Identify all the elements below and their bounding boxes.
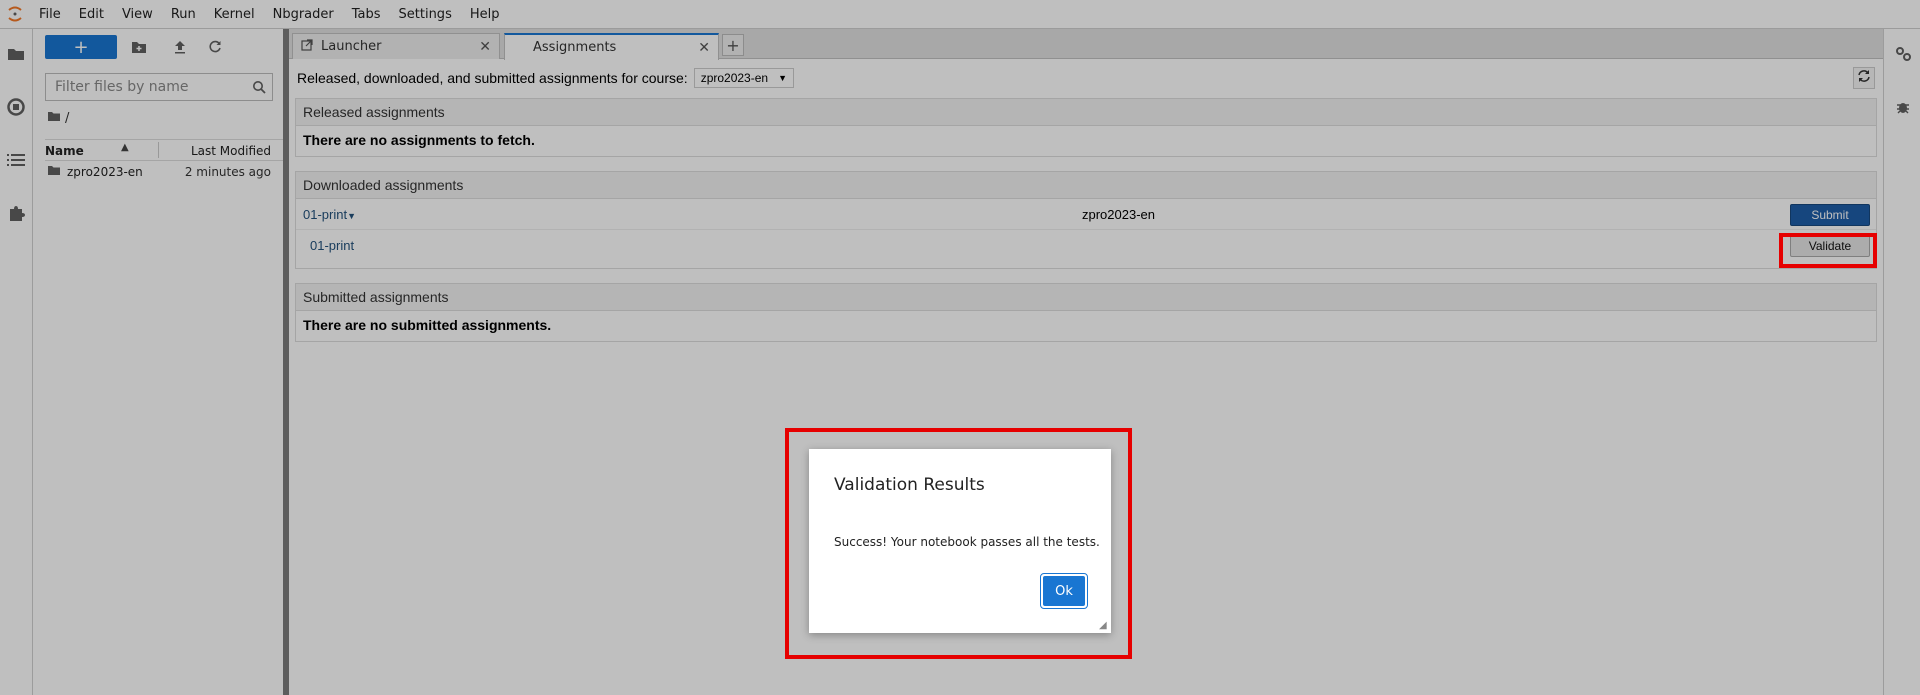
resize-handle-icon[interactable]: ◢ [1099, 621, 1109, 631]
validation-results-dialog: Validation Results Success! Your noteboo… [809, 449, 1111, 633]
validate-highlight-box [1779, 233, 1877, 268]
dialog-title: Validation Results [834, 475, 985, 495]
dialog-message: Success! Your notebook passes all the te… [834, 535, 1100, 549]
ok-button[interactable]: Ok [1040, 573, 1088, 609]
